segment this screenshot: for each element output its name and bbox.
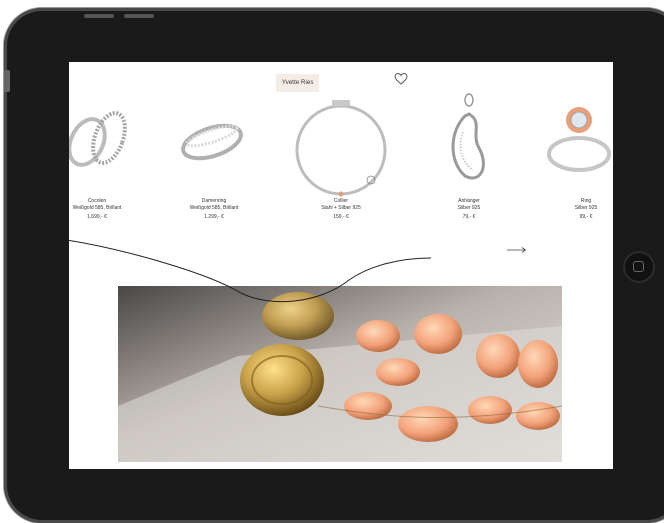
product-price: 1.699,- € <box>87 214 107 220</box>
tablet-screen: Yvette Ries Cocolen Weißgold 585, Brilla… <box>69 62 613 469</box>
product-image-ring <box>547 107 611 172</box>
hero-photo <box>118 286 562 462</box>
product-image-anhaenger <box>451 93 485 180</box>
product-desc: Weißgold 585, Brillant <box>72 205 122 211</box>
product-desc: Silber 925 <box>457 205 481 211</box>
product-name: Ring <box>580 198 592 204</box>
product-price: 99,- € <box>579 214 593 220</box>
product-price: 1.299,- € <box>204 214 224 220</box>
arrow-right-icon[interactable] <box>507 246 527 254</box>
product-desc: Silber 925 <box>574 205 598 211</box>
home-button[interactable] <box>623 251 655 283</box>
product-image-collier <box>295 100 387 197</box>
product-card-damenring[interactable]: Damenring Weißgold 585, Brillant 1.299,-… <box>179 198 249 221</box>
product-card-collier[interactable]: Collier Stahl + Silber 925 159,- € <box>309 198 373 221</box>
product-image-cocolen <box>69 111 127 167</box>
product-card-cocolen[interactable]: Cocolen Weißgold 585, Brillant 1.699,- € <box>69 198 125 221</box>
product-images <box>69 93 611 197</box>
top-button <box>124 14 154 18</box>
product-name: Damenring <box>201 198 227 204</box>
product-image-damenring <box>181 123 243 161</box>
product-card-ring[interactable]: Ring Silber 925 99,- € <box>563 198 609 221</box>
product-name: Cocolen <box>87 198 107 204</box>
top-button <box>84 14 114 18</box>
product-price: 79,- € <box>462 214 476 220</box>
product-price: 159,- € <box>333 214 349 220</box>
product-name: Collier <box>333 198 349 204</box>
brand-tag[interactable]: Yvette Ries <box>276 74 320 92</box>
product-name: Anhänger <box>458 198 480 204</box>
product-desc: Stahl + Silber 925 <box>321 205 361 211</box>
home-button-icon <box>633 261 644 272</box>
product-desc: Weißgold 585, Brillant <box>189 205 239 211</box>
heart-icon[interactable] <box>394 72 408 86</box>
side-button <box>4 70 10 92</box>
product-card-anhaenger[interactable]: Anhänger Silber 925 79,- € <box>449 198 489 221</box>
